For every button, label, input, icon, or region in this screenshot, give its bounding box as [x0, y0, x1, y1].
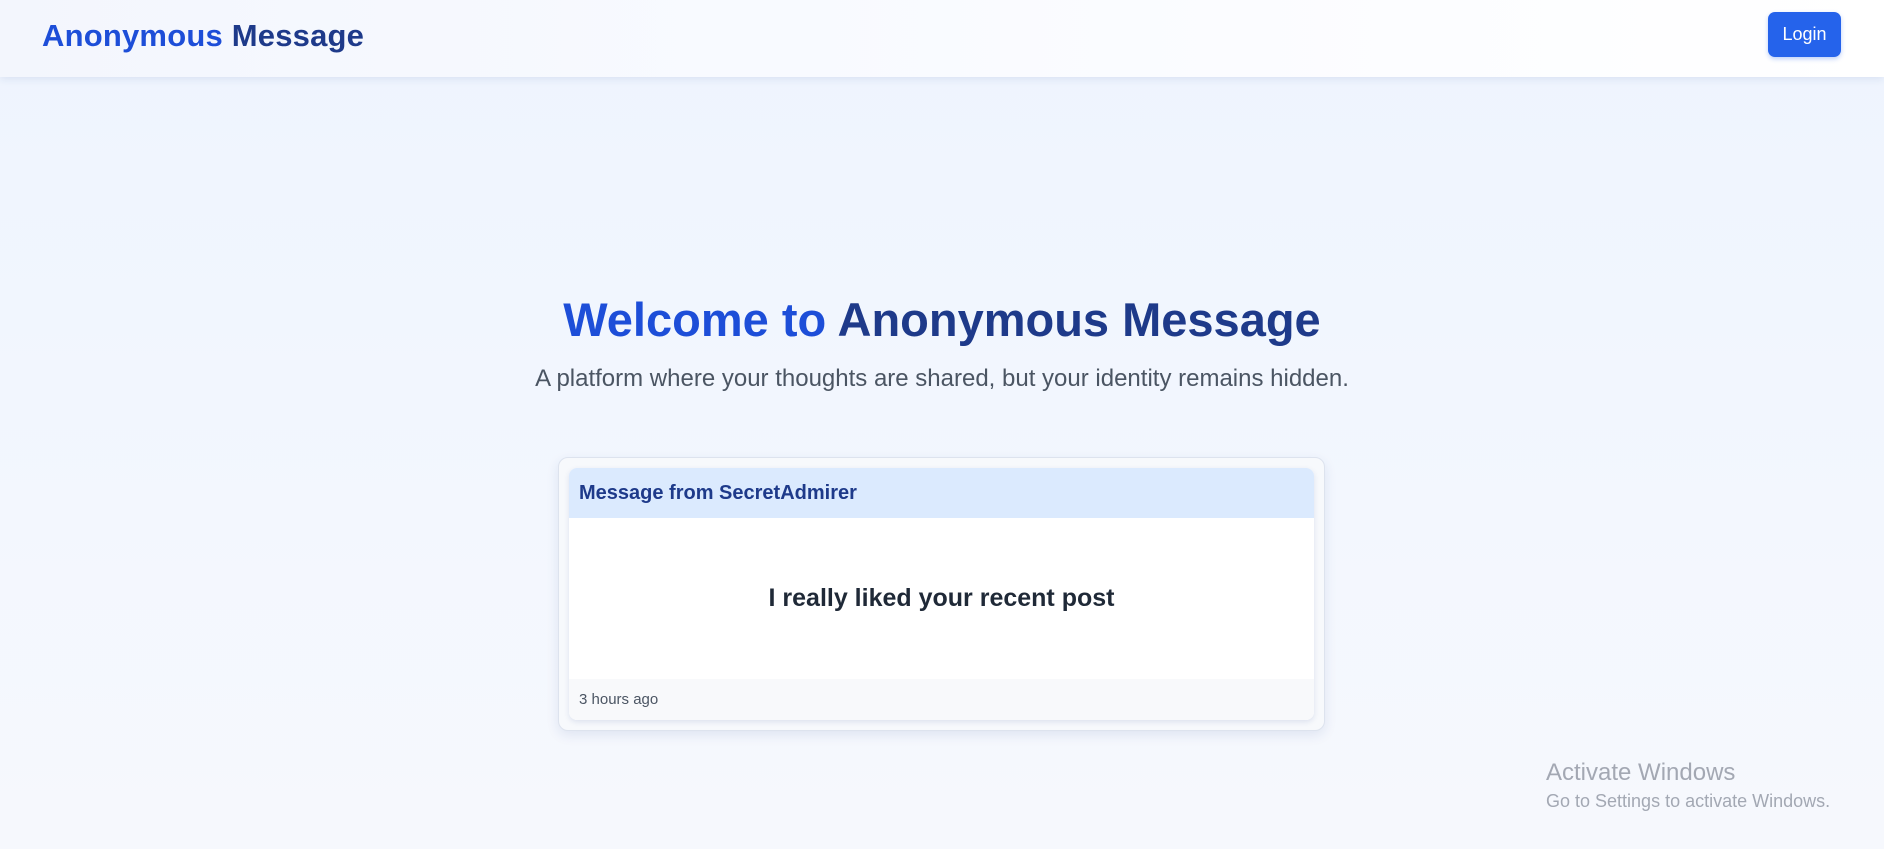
- top-navbar: Anonymous Message Login: [0, 0, 1884, 77]
- activate-windows-watermark: Activate Windows Go to Settings to activ…: [1546, 758, 1830, 813]
- brand-word-message: Message: [231, 18, 365, 53]
- brand-logo[interactable]: Anonymous Message: [42, 18, 364, 54]
- hero-subtitle: A platform where your thoughts are share…: [535, 365, 1349, 392]
- message-card-body: I really liked your recent post: [768, 584, 1115, 612]
- message-card-container: Message from SecretAdmirer I really like…: [558, 457, 1325, 731]
- hero-title-brand: Anonymous Message: [837, 293, 1321, 346]
- watermark-subtitle: Go to Settings to activate Windows.: [1546, 791, 1831, 811]
- hero-title-welcome: Welcome to: [563, 293, 827, 346]
- brand-word-anonymous: Anonymous: [42, 18, 223, 53]
- message-timestamp: 3 hours ago: [569, 679, 1314, 720]
- message-card: Message from SecretAdmirer I really like…: [569, 468, 1314, 720]
- login-button[interactable]: Login: [1768, 12, 1841, 57]
- hero-title: Welcome to Anonymous Message: [0, 292, 1884, 347]
- message-card-header: Message from SecretAdmirer: [569, 468, 1314, 518]
- watermark-title: Activate Windows: [1546, 759, 1736, 786]
